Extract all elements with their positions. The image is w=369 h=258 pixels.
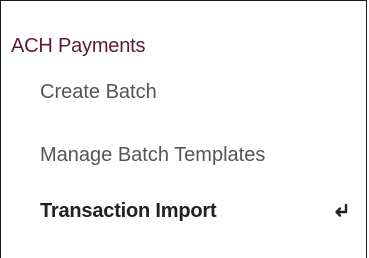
- enter-return-icon: [335, 203, 348, 217]
- section-title-ach-payments: ACH Payments: [11, 35, 146, 57]
- ach-payments-menu-panel: ACH Payments Create Batch Manage Batch T…: [0, 0, 367, 258]
- menu-item-transaction-import[interactable]: Transaction Import: [40, 200, 217, 223]
- menu-item-create-batch[interactable]: Create Batch: [40, 81, 157, 104]
- menu-item-manage-batch-templates[interactable]: Manage Batch Templates: [40, 144, 265, 167]
